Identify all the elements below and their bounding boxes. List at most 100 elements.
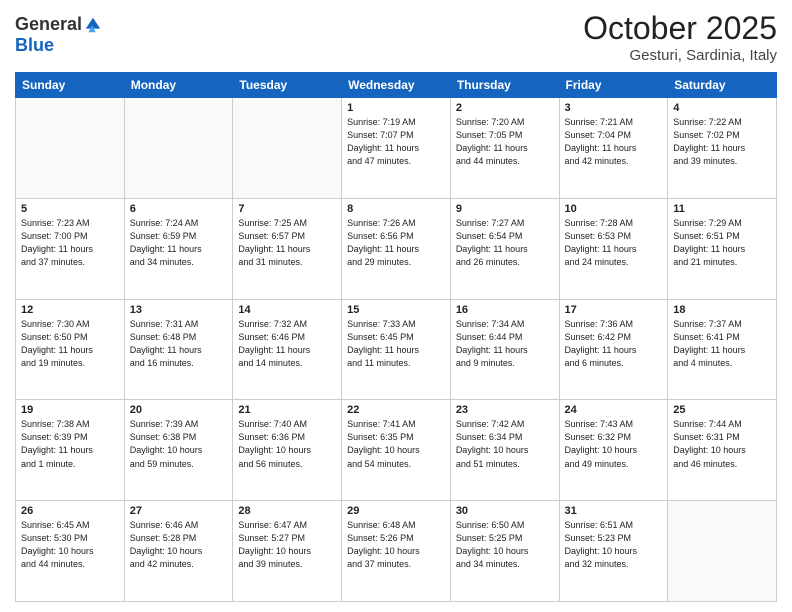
day-number: 13: [130, 304, 228, 316]
calendar-cell: 30 Sunrise: 6:50 AM Sunset: 5:25 PM Dayli…: [450, 501, 559, 602]
day-number: 11: [673, 203, 771, 215]
day-info: Sunrise: 6:46 AM Sunset: 5:28 PM Dayligh…: [130, 519, 228, 571]
day-number: 16: [456, 304, 554, 316]
calendar-cell: 14 Sunrise: 7:32 AM Sunset: 6:46 PM Dayli…: [233, 299, 342, 400]
calendar-cell: 27 Sunrise: 6:46 AM Sunset: 5:28 PM Dayli…: [124, 501, 233, 602]
col-saturday: Saturday: [668, 73, 777, 98]
day-number: 1: [347, 102, 445, 114]
day-info: Sunrise: 7:43 AM Sunset: 6:32 PM Dayligh…: [565, 418, 663, 470]
calendar-cell: 6 Sunrise: 7:24 AM Sunset: 6:59 PM Daylig…: [124, 198, 233, 299]
calendar-body: 1 Sunrise: 7:19 AM Sunset: 7:07 PM Daylig…: [16, 98, 777, 602]
day-number: 14: [238, 304, 336, 316]
calendar-cell: 18Sunrise: 7:37 AM Sunset: 6:41 PM Dayli…: [668, 299, 777, 400]
day-info: Sunrise: 7:24 AM Sunset: 6:59 PM Dayligh…: [130, 217, 228, 269]
day-info: Sunrise: 6:48 AM Sunset: 5:26 PM Dayligh…: [347, 519, 445, 571]
logo: General Blue: [15, 10, 102, 56]
calendar-cell: 5 Sunrise: 7:23 AM Sunset: 7:00 PM Daylig…: [16, 198, 125, 299]
calendar-week-1: 5 Sunrise: 7:23 AM Sunset: 7:00 PM Daylig…: [16, 198, 777, 299]
day-info: Sunrise: 7:37 AM Sunset: 6:41 PM Dayligh…: [673, 318, 771, 370]
calendar-table: Sunday Monday Tuesday Wednesday Thursday…: [15, 72, 777, 602]
calendar-cell: 13 Sunrise: 7:31 AM Sunset: 6:48 PM Dayli…: [124, 299, 233, 400]
calendar-week-0: 1 Sunrise: 7:19 AM Sunset: 7:07 PM Daylig…: [16, 98, 777, 199]
day-number: 27: [130, 505, 228, 517]
day-number: 2: [456, 102, 554, 114]
day-info: Sunrise: 7:40 AM Sunset: 6:36 PM Dayligh…: [238, 418, 336, 470]
day-info: Sunrise: 7:38 AM Sunset: 6:39 PM Dayligh…: [21, 418, 119, 470]
day-info: Sunrise: 7:31 AM Sunset: 6:48 PM Dayligh…: [130, 318, 228, 370]
logo-general: General: [15, 14, 82, 35]
day-info: Sunrise: 7:28 AM Sunset: 6:53 PM Dayligh…: [565, 217, 663, 269]
calendar-cell: 22Sunrise: 7:41 AM Sunset: 6:35 PM Dayli…: [342, 400, 451, 501]
logo-icon: [84, 16, 102, 34]
calendar-cell: 26 Sunrise: 6:45 AM Sunset: 5:30 PM Dayli…: [16, 501, 125, 602]
col-tuesday: Tuesday: [233, 73, 342, 98]
calendar-cell: 21Sunrise: 7:40 AM Sunset: 6:36 PM Dayli…: [233, 400, 342, 501]
day-number: 12: [21, 304, 119, 316]
calendar-cell: [124, 98, 233, 199]
calendar-cell: 10 Sunrise: 7:28 AM Sunset: 6:53 PM Dayli…: [559, 198, 668, 299]
col-friday: Friday: [559, 73, 668, 98]
day-number: 4: [673, 102, 771, 114]
day-info: Sunrise: 7:22 AM Sunset: 7:02 PM Dayligh…: [673, 116, 771, 168]
calendar-cell: [233, 98, 342, 199]
calendar-cell: 8Sunrise: 7:26 AM Sunset: 6:56 PM Daylig…: [342, 198, 451, 299]
day-number: 19: [21, 404, 119, 416]
day-number: 15: [347, 304, 445, 316]
day-number: 23: [456, 404, 554, 416]
calendar-cell: 19 Sunrise: 7:38 AM Sunset: 6:39 PM Dayli…: [16, 400, 125, 501]
day-number: 30: [456, 505, 554, 517]
calendar-cell: 1 Sunrise: 7:19 AM Sunset: 7:07 PM Daylig…: [342, 98, 451, 199]
day-number: 28: [238, 505, 336, 517]
day-info: Sunrise: 7:20 AM Sunset: 7:05 PM Dayligh…: [456, 116, 554, 168]
calendar-cell: 9 Sunrise: 7:27 AM Sunset: 6:54 PM Daylig…: [450, 198, 559, 299]
day-info: Sunrise: 6:45 AM Sunset: 5:30 PM Dayligh…: [21, 519, 119, 571]
location: Gesturi, Sardinia, Italy: [583, 47, 777, 64]
day-info: Sunrise: 7:29 AM Sunset: 6:51 PM Dayligh…: [673, 217, 771, 269]
day-info: Sunrise: 6:50 AM Sunset: 5:25 PM Dayligh…: [456, 519, 554, 571]
day-number: 29: [347, 505, 445, 517]
logo-blue: Blue: [15, 35, 54, 56]
calendar-week-2: 12 Sunrise: 7:30 AM Sunset: 6:50 PM Dayli…: [16, 299, 777, 400]
calendar-header: Sunday Monday Tuesday Wednesday Thursday…: [16, 73, 777, 98]
day-number: 26: [21, 505, 119, 517]
calendar-cell: 7 Sunrise: 7:25 AM Sunset: 6:57 PM Daylig…: [233, 198, 342, 299]
day-info: Sunrise: 7:42 AM Sunset: 6:34 PM Dayligh…: [456, 418, 554, 470]
day-number: 17: [565, 304, 663, 316]
calendar-cell: 23 Sunrise: 7:42 AM Sunset: 6:34 PM Dayli…: [450, 400, 559, 501]
calendar-cell: [668, 501, 777, 602]
calendar-cell: 12 Sunrise: 7:30 AM Sunset: 6:50 PM Dayli…: [16, 299, 125, 400]
day-number: 6: [130, 203, 228, 215]
day-number: 31: [565, 505, 663, 517]
day-number: 7: [238, 203, 336, 215]
page: General Blue October 2025 Gesturi, Sardi…: [0, 0, 792, 612]
calendar-cell: 24Sunrise: 7:43 AM Sunset: 6:32 PM Dayli…: [559, 400, 668, 501]
day-info: Sunrise: 7:30 AM Sunset: 6:50 PM Dayligh…: [21, 318, 119, 370]
calendar-week-4: 26 Sunrise: 6:45 AM Sunset: 5:30 PM Dayli…: [16, 501, 777, 602]
day-info: Sunrise: 7:41 AM Sunset: 6:35 PM Dayligh…: [347, 418, 445, 470]
calendar-week-3: 19 Sunrise: 7:38 AM Sunset: 6:39 PM Dayli…: [16, 400, 777, 501]
day-info: Sunrise: 6:47 AM Sunset: 5:27 PM Dayligh…: [238, 519, 336, 571]
calendar-cell: 29 Sunrise: 6:48 AM Sunset: 5:26 PM Dayli…: [342, 501, 451, 602]
day-info: Sunrise: 7:39 AM Sunset: 6:38 PM Dayligh…: [130, 418, 228, 470]
day-number: 9: [456, 203, 554, 215]
logo-text: General: [15, 14, 102, 35]
col-wednesday: Wednesday: [342, 73, 451, 98]
calendar-cell: 3Sunrise: 7:21 AM Sunset: 7:04 PM Daylig…: [559, 98, 668, 199]
day-number: 10: [565, 203, 663, 215]
day-info: Sunrise: 7:25 AM Sunset: 6:57 PM Dayligh…: [238, 217, 336, 269]
calendar-cell: 15 Sunrise: 7:33 AM Sunset: 6:45 PM Dayli…: [342, 299, 451, 400]
day-info: Sunrise: 7:33 AM Sunset: 6:45 PM Dayligh…: [347, 318, 445, 370]
day-info: Sunrise: 7:19 AM Sunset: 7:07 PM Dayligh…: [347, 116, 445, 168]
calendar-cell: [16, 98, 125, 199]
day-info: Sunrise: 7:23 AM Sunset: 7:00 PM Dayligh…: [21, 217, 119, 269]
day-number: 3: [565, 102, 663, 114]
calendar-cell: 17Sunrise: 7:36 AM Sunset: 6:42 PM Dayli…: [559, 299, 668, 400]
day-info: Sunrise: 7:27 AM Sunset: 6:54 PM Dayligh…: [456, 217, 554, 269]
calendar-cell: 25Sunrise: 7:44 AM Sunset: 6:31 PM Dayli…: [668, 400, 777, 501]
day-number: 20: [130, 404, 228, 416]
day-info: Sunrise: 7:32 AM Sunset: 6:46 PM Dayligh…: [238, 318, 336, 370]
day-number: 5: [21, 203, 119, 215]
month-title: October 2025: [583, 10, 777, 47]
col-sunday: Sunday: [16, 73, 125, 98]
day-info: Sunrise: 7:34 AM Sunset: 6:44 PM Dayligh…: [456, 318, 554, 370]
